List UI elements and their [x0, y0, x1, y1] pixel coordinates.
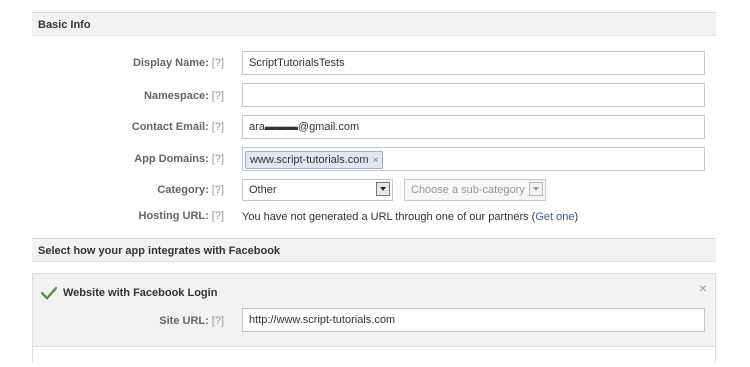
display-name-input[interactable]: ScriptTutorialsTests	[242, 51, 705, 75]
display-name-help[interactable]: [?]	[212, 57, 224, 69]
category-label-row: Category: [?]	[157, 179, 224, 201]
close-icon[interactable]: ×	[699, 281, 707, 295]
site-url-help[interactable]: [?]	[212, 315, 224, 327]
site-url-input[interactable]: http://www.script-tutorials.com	[242, 308, 705, 332]
hosting-url-label-row: Hosting URL: [?]	[139, 205, 225, 227]
sub-category-dropdown-icon	[529, 182, 543, 196]
namespace-label: Namespace:	[143, 90, 209, 102]
sub-category-select: Choose a sub-category	[404, 179, 546, 201]
namespace-label-row: Namespace: [?]	[144, 85, 224, 107]
remove-token-icon[interactable]: ×	[373, 155, 379, 166]
website-login-title-text: Website with Facebook Login	[63, 287, 218, 299]
contact-email-label-row: Contact Email: [?]	[132, 116, 224, 138]
contact-email-input[interactable]: ara▬▬▬@gmail.com	[242, 115, 705, 139]
contact-email-help[interactable]: [?]	[212, 121, 224, 133]
checkmark-icon	[41, 286, 57, 300]
hosting-url-help[interactable]: [?]	[212, 210, 224, 222]
website-login-title: Website with Facebook Login	[41, 284, 217, 302]
app-domains-label: App Domains:	[134, 153, 209, 165]
site-url-label-row: Site URL: [?]	[159, 310, 224, 332]
hosting-url-message: You have not generated a URL through one…	[242, 211, 536, 223]
namespace-help[interactable]: [?]	[212, 90, 224, 102]
basic-info-header: Basic Info	[32, 12, 716, 36]
sub-category-placeholder: Choose a sub-category	[411, 184, 525, 196]
app-domains-help[interactable]: [?]	[212, 153, 224, 165]
app-domains-input[interactable]: www.script-tutorials.com ×	[242, 147, 705, 171]
category-label: Category:	[157, 184, 209, 196]
display-name-label-row: Display Name: [?]	[133, 52, 224, 74]
category-select[interactable]: Other	[242, 179, 393, 201]
hosting-url-text: You have not generated a URL through one…	[242, 209, 578, 225]
contact-email-label: Contact Email:	[131, 121, 209, 133]
get-one-link[interactable]: Get one	[535, 211, 574, 223]
panel-bottom-area	[33, 346, 715, 367]
namespace-input[interactable]	[242, 83, 705, 107]
integration-header: Select how your app integrates with Face…	[32, 238, 716, 262]
domain-token: www.script-tutorials.com ×	[245, 151, 384, 169]
site-url-label: Site URL:	[159, 315, 209, 327]
display-name-label: Display Name:	[132, 57, 209, 69]
domain-token-label: www.script-tutorials.com	[250, 154, 369, 166]
app-domains-label-row: App Domains: [?]	[134, 148, 224, 170]
category-help[interactable]: [?]	[212, 184, 224, 196]
hosting-url-label: Hosting URL:	[138, 210, 209, 222]
hosting-url-message-end: )	[574, 211, 579, 223]
category-dropdown-icon[interactable]	[376, 182, 390, 196]
category-value: Other	[249, 184, 277, 196]
